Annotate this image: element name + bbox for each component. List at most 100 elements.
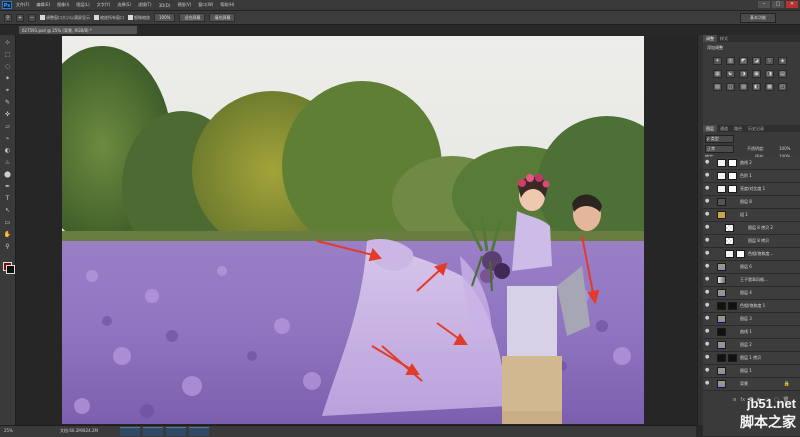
layer-row[interactable]: ● 图层 2	[703, 339, 800, 352]
zoom-level[interactable]: 25%	[4, 428, 13, 433]
visibility-eye-icon[interactable]: ●	[705, 251, 710, 256]
adjustment-icon[interactable]: ◈	[778, 57, 787, 65]
menu-item[interactable]: 选择(S)	[117, 2, 131, 8]
zoom-100-button[interactable]: 100%	[154, 13, 176, 22]
tab-layers[interactable]: 图层	[703, 125, 717, 132]
visibility-eye-icon[interactable]: ●	[705, 186, 710, 191]
eyedropper-icon[interactable]: ✎	[3, 99, 12, 107]
resize-windows-checkbox[interactable]: 调整窗口大小以满屏显示	[40, 15, 90, 21]
adjustment-icon[interactable]: ◫	[726, 83, 735, 91]
layer-kind-filter[interactable]: ρ 类型	[705, 135, 734, 143]
adjustment-icon[interactable]: ▩	[765, 83, 774, 91]
layer-row[interactable]: ● 亮度/对比度 1	[703, 183, 800, 196]
menu-item[interactable]: 帮助(H)	[220, 2, 234, 8]
layer-row[interactable]: ● 王子翡翠风格...	[703, 274, 800, 287]
taskbar-item-1[interactable]	[120, 427, 140, 436]
visibility-eye-icon[interactable]: ●	[705, 212, 710, 217]
tab-styles[interactable]: 样式	[717, 35, 731, 42]
visibility-eye-icon[interactable]: ●	[705, 381, 710, 386]
zoom-all-checkbox[interactable]: 缩放所有窗口	[94, 15, 124, 21]
adjustment-icon[interactable]: ▦	[713, 70, 722, 78]
layer-row[interactable]: ● 图层 1 拷贝	[703, 352, 800, 365]
scrubby-zoom-checkbox[interactable]: 细微缩放	[128, 15, 150, 21]
layer-mask-thumbnail[interactable]	[728, 159, 737, 167]
layer-row[interactable]: ● 背景 🔒	[703, 378, 800, 391]
visibility-eye-icon[interactable]: ●	[705, 290, 710, 295]
visibility-eye-icon[interactable]: ●	[705, 160, 710, 165]
adjustment-icon[interactable]: ▨	[739, 83, 748, 91]
visibility-eye-icon[interactable]: ●	[705, 342, 710, 347]
layer-mask-thumbnail[interactable]	[728, 172, 737, 180]
layer-row[interactable]: ● 色相/饱和度...	[703, 248, 800, 261]
adjustment-icon[interactable]: ☯	[726, 70, 735, 78]
crop-tool-icon[interactable]: ⌖	[3, 87, 12, 95]
visibility-eye-icon[interactable]: ●	[705, 303, 710, 308]
taskbar-item-3[interactable]	[166, 427, 186, 436]
visibility-eye-icon[interactable]: ●	[705, 277, 710, 282]
visibility-eye-icon[interactable]: ●	[705, 355, 710, 360]
tab-history[interactable]: 历史记录	[745, 125, 767, 132]
adjustment-icon[interactable]: ◨	[765, 70, 774, 78]
taskbar-item-4[interactable]	[189, 427, 209, 436]
adjustment-icon[interactable]: ◩	[739, 57, 748, 65]
path-select-icon[interactable]: ↖	[3, 207, 12, 215]
layer-row[interactable]: ● 图层 1	[703, 365, 800, 378]
lasso-tool-icon[interactable]: ◌	[3, 63, 12, 71]
adjustment-icon[interactable]: ◧	[752, 83, 761, 91]
adjustment-icon[interactable]: ▧	[713, 83, 722, 91]
taskbar-item-2[interactable]	[143, 427, 163, 436]
menu-item[interactable]: 图层(L)	[76, 2, 89, 8]
layer-mask-thumbnail[interactable]	[728, 302, 737, 310]
menu-item[interactable]: 文字(Y)	[97, 2, 111, 8]
layer-row[interactable]: ● 图层 8 拷贝	[703, 235, 800, 248]
adjustment-icon[interactable]: ▥	[726, 57, 735, 65]
layer-mask-thumbnail[interactable]	[736, 250, 745, 258]
clone-stamp-icon[interactable]: ⌁	[3, 135, 12, 143]
pen-tool-icon[interactable]: ✒	[3, 183, 12, 191]
visibility-eye-icon[interactable]: ●	[705, 238, 710, 243]
move-tool-icon[interactable]: ⊹	[3, 39, 12, 47]
layer-mask-thumbnail[interactable]	[728, 354, 737, 362]
hand-tool-icon[interactable]: ✋	[3, 231, 12, 239]
layer-row[interactable]: ● 图层 8	[703, 196, 800, 209]
eraser-icon[interactable]: ♨	[3, 159, 12, 167]
adjustment-icon[interactable]: ▤	[778, 70, 787, 78]
document-tab[interactable]: 627591.psd @ 25% (背景, RGB/8) *	[18, 25, 138, 34]
type-tool-icon[interactable]: T	[3, 195, 12, 203]
visibility-eye-icon[interactable]: ●	[705, 199, 710, 204]
adjustment-icon[interactable]: ◑	[739, 70, 748, 78]
adjustment-icon[interactable]: ◰	[778, 83, 787, 91]
visibility-eye-icon[interactable]: ●	[705, 329, 710, 334]
layer-row[interactable]: ● 曲线 1	[703, 326, 800, 339]
adjustment-icon[interactable]: ▣	[752, 70, 761, 78]
gradient-tool-icon[interactable]: ⬤	[3, 171, 12, 179]
layer-row[interactable]: ● 曲线 2	[703, 157, 800, 170]
visibility-eye-icon[interactable]: ●	[705, 264, 710, 269]
healing-brush-icon[interactable]: ✜	[3, 111, 12, 119]
shape-tool-icon[interactable]: ▭	[3, 219, 12, 227]
workspace-select[interactable]: 基本功能	[740, 13, 776, 23]
minimize-button[interactable]: –	[758, 1, 770, 8]
layer-row[interactable]: ● 色阶 1	[703, 170, 800, 183]
marquee-tool-icon[interactable]: ⬚	[3, 51, 12, 59]
menu-item[interactable]: 编辑(E)	[36, 2, 50, 8]
layer-mask-thumbnail[interactable]	[728, 185, 737, 193]
brush-tool-icon[interactable]: ▱	[3, 123, 12, 131]
opacity-value[interactable]: 100%	[779, 146, 790, 151]
zoom-in-icon[interactable]: +	[16, 13, 24, 22]
menu-item[interactable]: 文件(F)	[16, 2, 29, 8]
layer-row[interactable]: ● 图层 3	[703, 313, 800, 326]
visibility-eye-icon[interactable]: ●	[705, 225, 710, 230]
menu-item[interactable]: 滤镜(T)	[138, 2, 152, 8]
adjustment-icon[interactable]: ◪	[752, 57, 761, 65]
menu-item[interactable]: 图像(I)	[57, 2, 69, 8]
background-color-swatch[interactable]	[6, 265, 15, 274]
menu-item[interactable]: 3D(D)	[159, 3, 171, 8]
layer-row[interactable]: ● 图层 6	[703, 261, 800, 274]
layer-row[interactable]: ● 组 1	[703, 209, 800, 222]
adjustment-icon[interactable]: ☀	[713, 57, 722, 65]
adjustment-icon[interactable]: ▽	[765, 57, 774, 65]
layer-row[interactable]: ● 图层 4	[703, 287, 800, 300]
wedding-photo[interactable]	[62, 36, 644, 424]
layer-row[interactable]: ● 图层 8 拷贝 2	[703, 222, 800, 235]
